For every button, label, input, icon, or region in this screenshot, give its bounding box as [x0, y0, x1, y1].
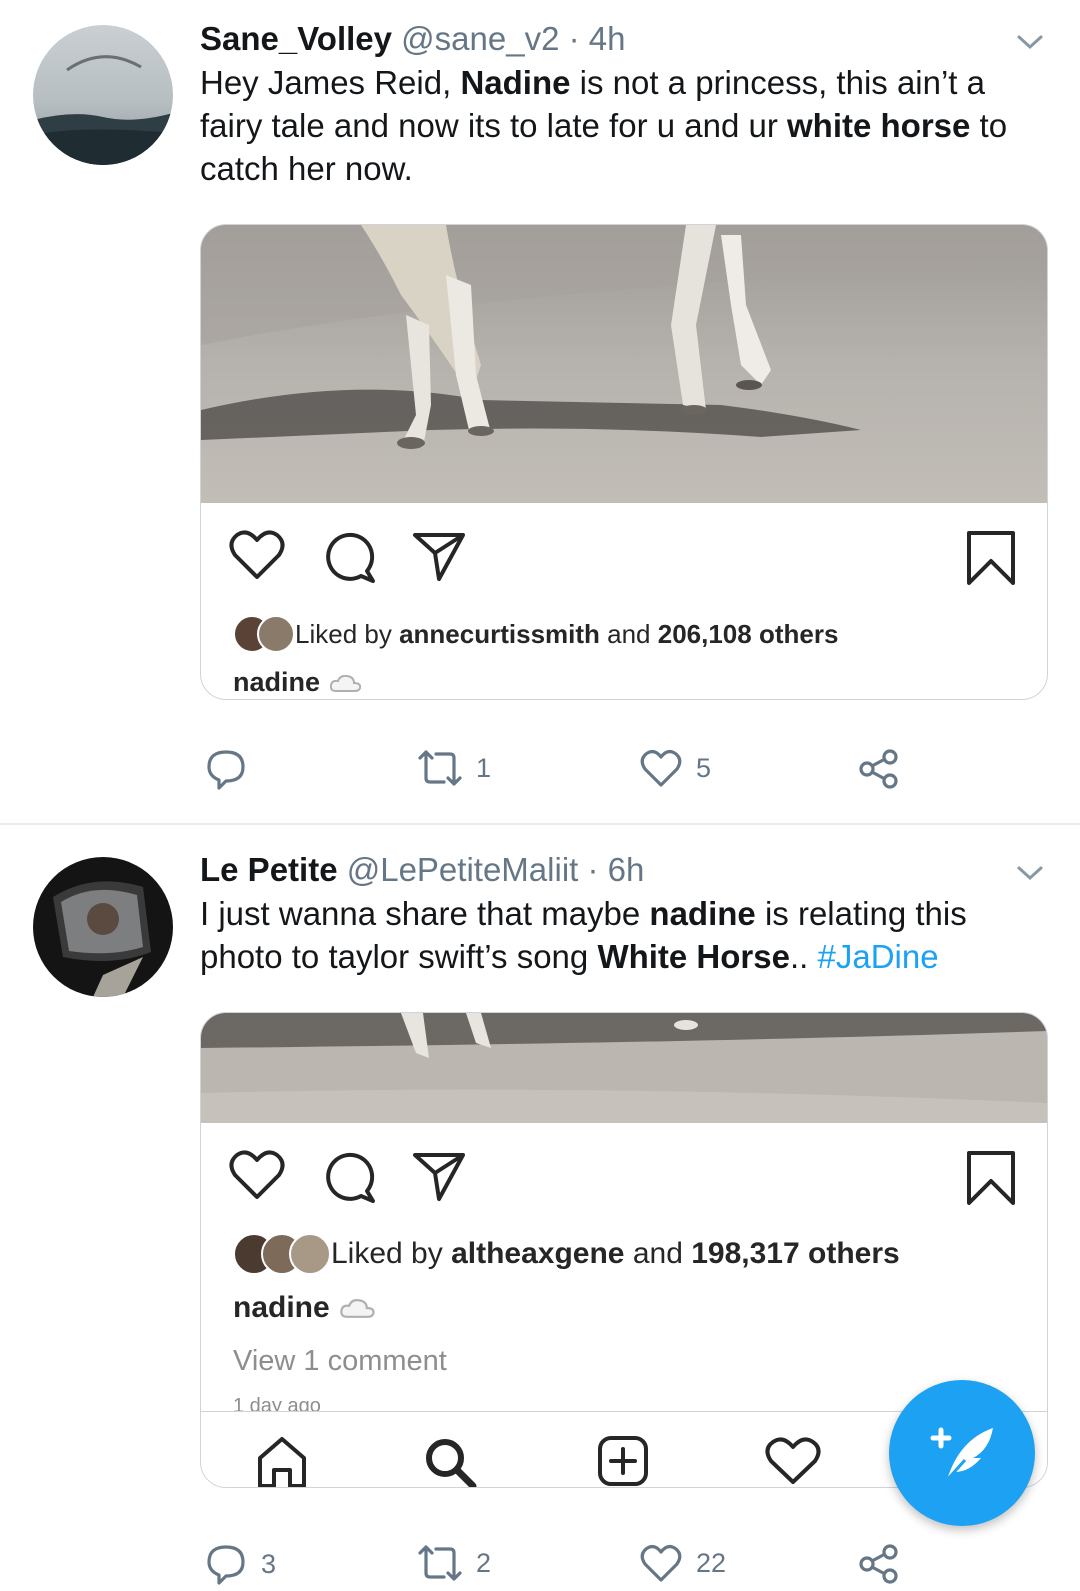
reply-button[interactable]	[205, 748, 247, 790]
caption-username[interactable]: nadine	[233, 667, 320, 698]
caption: nadine	[233, 667, 362, 698]
tweet-header: Sane_Volley @sane_v2 · 4h	[200, 20, 626, 58]
reply-icon	[207, 750, 245, 790]
like-icon	[640, 1545, 682, 1582]
bold-mention: White Horse	[597, 938, 790, 975]
add-post-icon[interactable]	[596, 1434, 650, 1488]
home-icon[interactable]	[255, 1434, 309, 1488]
comment-icon[interactable]	[321, 1149, 377, 1205]
retweet-icon	[418, 1545, 462, 1581]
comment-icon[interactable]	[321, 529, 377, 585]
reply-button[interactable]: 3	[205, 1543, 276, 1585]
share-icon	[859, 749, 898, 789]
author-handle[interactable]: @LePetiteMaliit	[347, 851, 579, 888]
bookmark-icon[interactable]	[965, 1149, 1017, 1207]
embedded-image-card[interactable]: Liked by annecurtissmith and 206,108 oth…	[200, 224, 1048, 700]
send-icon[interactable]	[411, 531, 467, 583]
tweet[interactable]: Sane_Volley @sane_v2 · 4h Hey James Reid…	[0, 0, 1080, 825]
like-button[interactable]: 22	[640, 1543, 726, 1583]
liker-username[interactable]: altheaxgene	[451, 1237, 624, 1271]
like-count: 22	[696, 1547, 727, 1578]
chevron-down-icon[interactable]	[1016, 32, 1044, 52]
tweet-text: I just wanna share that maybe nadine is …	[200, 895, 967, 975]
author-name[interactable]: Sane_Volley	[200, 20, 392, 57]
tweet-time[interactable]: 4h	[589, 20, 626, 57]
instagram-actions	[201, 1143, 1047, 1213]
retweet-button[interactable]: 1	[418, 748, 491, 788]
photo-white-horse	[201, 225, 1047, 503]
retweet-button[interactable]: 2	[418, 1543, 491, 1583]
caption-username[interactable]: nadine	[233, 1291, 330, 1325]
tweet-header: Le Petite @LePetiteMaliit · 6h	[200, 851, 644, 889]
avatar[interactable]	[33, 857, 173, 997]
caption: nadine	[233, 1291, 376, 1325]
share-button[interactable]	[858, 1543, 900, 1585]
liked-by: Liked by altheaxgene and 198,317 others	[233, 1233, 900, 1275]
share-button[interactable]	[858, 748, 900, 790]
liker-avatars	[233, 1233, 331, 1275]
avatar[interactable]	[33, 25, 173, 165]
chevron-down-icon[interactable]	[1016, 863, 1044, 883]
activity-heart-icon[interactable]	[765, 1436, 821, 1486]
likes-count[interactable]: 198,317 others	[691, 1237, 899, 1271]
author-handle[interactable]: @sane_v2	[401, 20, 559, 57]
bold-mention: nadine	[649, 895, 756, 932]
author-name[interactable]: Le Petite	[200, 851, 338, 888]
cloud-icon	[330, 674, 362, 692]
send-icon[interactable]	[411, 1151, 467, 1203]
share-icon	[859, 1544, 898, 1584]
tweet-text: Hey James Reid, Nadine is not a princess…	[200, 64, 1008, 187]
bookmark-icon[interactable]	[965, 529, 1017, 587]
liker-username[interactable]: annecurtissmith	[399, 619, 600, 650]
hashtag-link[interactable]: #JaDine	[817, 938, 938, 975]
reply-icon	[207, 1545, 245, 1585]
bold-mention: Nadine	[460, 64, 571, 101]
compose-tweet-icon	[930, 1427, 993, 1482]
instagram-actions	[201, 523, 1047, 593]
tweet-actions: 3 2 22	[200, 1541, 960, 1591]
separator-dot: ·	[568, 20, 589, 57]
like-button[interactable]: 5	[640, 748, 711, 788]
separator-dot: ·	[587, 851, 608, 888]
tweet-actions: 1 5	[200, 746, 960, 796]
photo-white-horse	[201, 1013, 1047, 1123]
like-count: 5	[696, 752, 712, 783]
heart-icon[interactable]	[229, 529, 285, 581]
reply-count: 3	[261, 1548, 277, 1579]
liked-by: Liked by annecurtissmith and 206,108 oth…	[233, 615, 838, 653]
liker-avatar	[257, 615, 295, 653]
view-comments-link[interactable]: View 1 comment	[233, 1345, 447, 1378]
cloud-icon	[339, 1299, 375, 1318]
like-icon	[640, 750, 682, 787]
tweet-divider	[0, 823, 1080, 825]
heart-icon[interactable]	[229, 1149, 285, 1201]
tweet-time[interactable]: 6h	[608, 851, 645, 888]
compose-tweet-button[interactable]	[889, 1380, 1035, 1526]
retweet-icon	[418, 750, 462, 786]
bold-mention: white horse	[787, 107, 971, 144]
likes-count[interactable]: 206,108 others	[658, 619, 839, 650]
retweet-count: 1	[476, 752, 492, 783]
liker-avatar	[289, 1233, 331, 1275]
retweet-count: 2	[476, 1547, 492, 1578]
liker-avatars	[233, 615, 295, 653]
search-icon[interactable]	[423, 1436, 479, 1488]
